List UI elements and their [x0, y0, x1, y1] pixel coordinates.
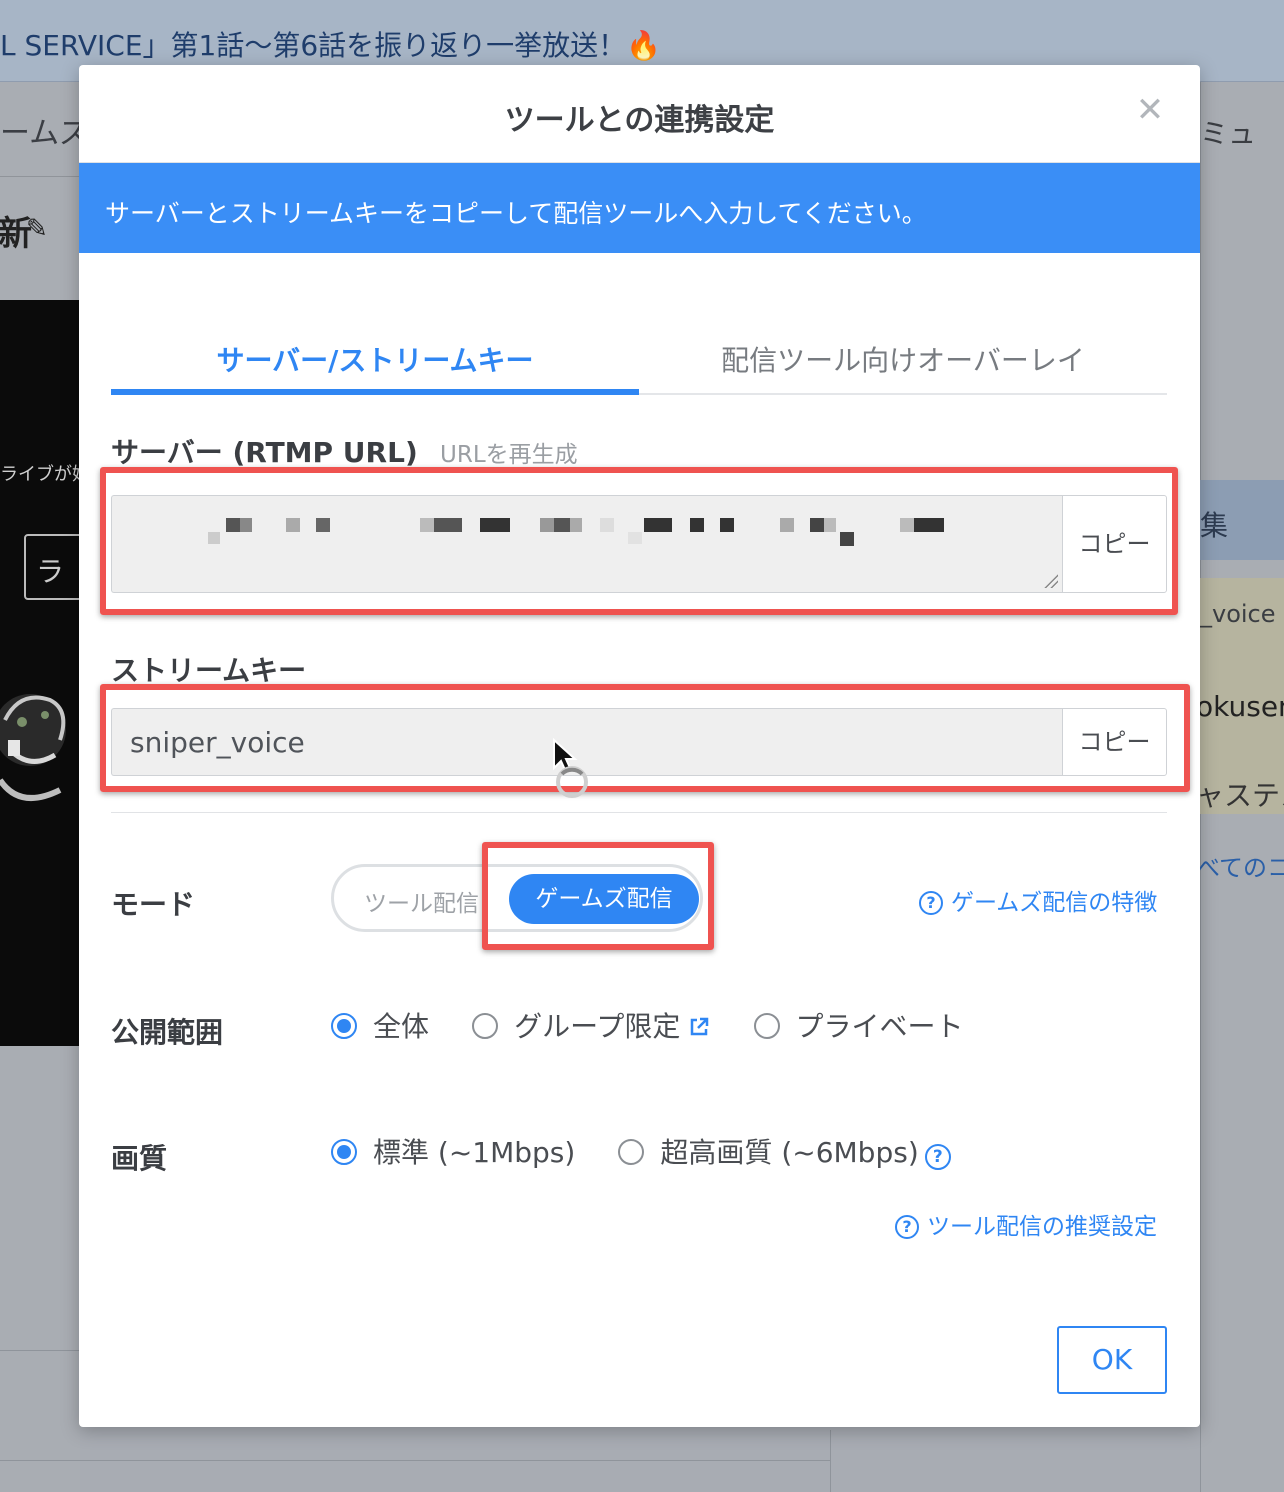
radio-unchecked-icon[interactable]	[472, 1013, 499, 1039]
tab-label: サーバー/ストリームキー	[216, 344, 534, 377]
quality-radio-group: 標準 (~1Mbps) 超高画質 (~6Mbps)?	[331, 1131, 989, 1171]
background-right-user: _voice	[1200, 600, 1276, 628]
dialog-header: ツールとの連携設定 ✕	[79, 65, 1200, 163]
ok-button[interactable]: OK	[1057, 1326, 1167, 1394]
tab-server-stream-key[interactable]: サーバー/ストリームキー	[111, 327, 639, 395]
help-icon[interactable]: ?	[924, 1144, 951, 1170]
help-icon: ?	[919, 891, 943, 915]
mode-option-games[interactable]: ゲームズ配信	[509, 874, 699, 924]
background-right-link: べてのコ	[1196, 854, 1284, 882]
dialog-title: ツールとの連携設定	[504, 103, 775, 138]
section-divider	[111, 812, 1167, 813]
tab-overlay[interactable]: 配信ツール向けオーバーレイ	[639, 327, 1167, 393]
radio-label: グループ限定	[514, 1010, 681, 1043]
mode-label: モード	[111, 888, 196, 921]
mascot-image	[0, 694, 66, 801]
mouse-cursor-icon	[553, 738, 588, 798]
stream-key-value: sniper_voice	[130, 726, 305, 759]
radio-checked-icon[interactable]	[331, 1013, 357, 1039]
background-divider	[0, 1460, 830, 1461]
regenerate-url-link[interactable]: URLを再生成	[440, 435, 578, 469]
quality-option-ultra[interactable]: 超高画質 (~6Mbps)?	[618, 1131, 951, 1171]
background-right-text2: ャステス	[1196, 779, 1284, 812]
background-right-button-label: 集	[1200, 509, 1229, 542]
radio-label: 標準 (~1Mbps)	[373, 1136, 576, 1169]
close-icon[interactable]: ✕	[1133, 93, 1167, 127]
mode-toggle[interactable]: ツール配信 ゲームズ配信	[331, 864, 703, 932]
copy-stream-key-button[interactable]: コピー	[1062, 708, 1167, 776]
background-video-button-label: ラ	[36, 555, 65, 588]
quality-option-standard[interactable]: 標準 (~1Mbps)	[331, 1131, 575, 1171]
help-link-label: ゲームズ配信の特徴	[951, 890, 1158, 916]
background-right-text: ミュ	[1200, 117, 1257, 150]
radio-checked-icon[interactable]	[331, 1139, 357, 1165]
background-right-user2: okusen	[1196, 690, 1284, 723]
visibility-radio-group: 全体 グループ限定 プライベート	[331, 1005, 1002, 1045]
tool-integration-dialog: ツールとの連携設定 ✕ サーバーとストリームキーをコピーして配信ツールへ入力して…	[79, 65, 1200, 1427]
background-video-player: ライブが始 ラ	[0, 300, 80, 1046]
stream-key-label: ストリームキー	[111, 654, 307, 687]
mode-option-tool[interactable]: ツール配信	[364, 884, 479, 918]
recommended-settings-link[interactable]: ? ツール配信の推奨設定	[895, 1207, 1157, 1241]
radio-label: 超高画質 (~6Mbps)	[660, 1136, 919, 1169]
resize-handle[interactable]	[1044, 574, 1058, 588]
visibility-option-private[interactable]: プライベート	[753, 1005, 964, 1045]
help-link-label: ツール配信の推奨設定	[927, 1214, 1157, 1240]
help-icon: ?	[895, 1215, 919, 1239]
background-divider	[830, 1430, 831, 1492]
visibility-label: 公開範囲	[111, 1016, 224, 1049]
games-mode-help-link[interactable]: ? ゲームズ配信の特徴	[919, 883, 1157, 917]
pencil-icon: ✎	[26, 214, 48, 244]
radio-unchecked-icon[interactable]	[753, 1013, 780, 1039]
visibility-option-all[interactable]: 全体	[331, 1005, 429, 1045]
tab-label: 配信ツール向けオーバーレイ	[721, 344, 1085, 377]
background-video-text: ライブが始	[0, 464, 80, 485]
quality-label: 画質	[111, 1142, 168, 1175]
radio-label: 全体	[373, 1010, 430, 1043]
background-divider	[0, 176, 80, 177]
info-banner: サーバーとストリームキーをコピーして配信ツールへ入力してください。	[79, 163, 1200, 253]
radio-unchecked-icon[interactable]	[618, 1139, 645, 1165]
copy-server-button[interactable]: コピー	[1062, 495, 1167, 593]
server-url-field[interactable]	[111, 495, 1062, 593]
external-link-icon[interactable]	[688, 1016, 710, 1038]
tab-bar: サーバー/ストリームキー 配信ツール向けオーバーレイ	[111, 327, 1167, 395]
redacted-url	[208, 518, 968, 548]
visibility-option-group[interactable]: グループ限定	[472, 1005, 710, 1045]
server-label: サーバー (RTMP URL)	[111, 436, 418, 469]
background-banner-text: L SERVICE」第1話〜第6話を振り返り一挙放送！🔥	[0, 29, 662, 62]
radio-label: プライベート	[795, 1010, 964, 1043]
